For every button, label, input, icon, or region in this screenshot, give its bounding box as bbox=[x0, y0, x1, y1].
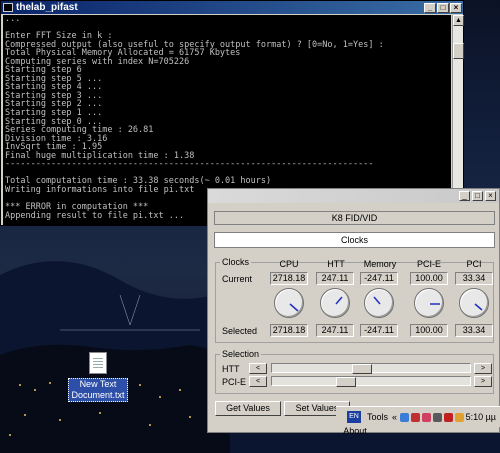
k8-close-button[interactable]: × bbox=[485, 191, 496, 201]
current-htt-value: 247.11 bbox=[316, 272, 354, 285]
network-icon[interactable] bbox=[400, 412, 410, 422]
k8-minimize-button[interactable]: _ bbox=[459, 191, 470, 201]
column-header-memory: Memory bbox=[363, 259, 397, 269]
k8-fidvid-window: _ □ × K8 FID/VID Clocks Clocks CPU HTT M… bbox=[207, 188, 500, 436]
column-header-pci: PCI bbox=[466, 259, 482, 269]
language-indicator[interactable]: EN bbox=[347, 411, 361, 423]
selection-group: Selection bbox=[215, 349, 494, 394]
pcie-slider[interactable] bbox=[271, 376, 471, 387]
column-header-pcie: PCI-E bbox=[416, 259, 441, 269]
console-line: ... bbox=[5, 15, 21, 24]
pcie-increase-button[interactable]: > bbox=[474, 376, 492, 387]
tools-toolbar[interactable]: Tools bbox=[367, 412, 388, 422]
htt-slider[interactable] bbox=[271, 363, 471, 374]
htt-slider-thumb[interactable] bbox=[352, 364, 372, 374]
selected-row-label: Selected bbox=[222, 326, 258, 336]
pcie-label: PCI-E bbox=[222, 377, 247, 387]
current-cpu-value: 2718.18 bbox=[270, 272, 308, 285]
selected-htt-value: 247.11 bbox=[316, 324, 354, 337]
selection-legend: Selection bbox=[220, 349, 262, 359]
selected-memory-value: -247.11 bbox=[360, 324, 398, 337]
column-header-cpu: CPU bbox=[279, 259, 299, 269]
cpu-dial bbox=[274, 288, 304, 318]
volume-icon[interactable] bbox=[433, 412, 443, 422]
about-link[interactable]: About bbox=[215, 426, 495, 436]
console-app-icon bbox=[3, 3, 13, 12]
close-button[interactable]: × bbox=[450, 2, 462, 13]
selected-pci-value: 33.34 bbox=[455, 324, 493, 337]
desktop-icon-new-text-document[interactable]: New Text Document.txt bbox=[68, 352, 128, 402]
scroll-thumb[interactable] bbox=[453, 43, 464, 59]
system-tray: EN Tools « 5:10 µµ bbox=[336, 406, 500, 427]
htt-label: HTT bbox=[222, 364, 240, 374]
pcie-decrease-button[interactable]: < bbox=[249, 376, 267, 387]
text-document-icon bbox=[89, 352, 107, 374]
current-row-label: Current bbox=[222, 274, 253, 284]
tray-expand-chevron[interactable]: « bbox=[392, 412, 397, 422]
current-memory-value: -247.11 bbox=[360, 272, 398, 285]
clock[interactable]: 5:10 µµ bbox=[466, 412, 496, 422]
selected-pcie-value: 100.00 bbox=[410, 324, 448, 337]
minimize-button[interactable]: _ bbox=[424, 2, 436, 13]
selected-cpu-value: 2718.18 bbox=[270, 324, 308, 337]
clocks-legend: Clocks bbox=[220, 257, 252, 267]
app-tray-icon[interactable] bbox=[455, 412, 465, 422]
pcie-slider-thumb[interactable] bbox=[336, 377, 356, 387]
get-values-button[interactable]: Get Values bbox=[215, 401, 281, 416]
antivirus-icon[interactable] bbox=[422, 412, 432, 422]
pci-dial bbox=[459, 288, 489, 318]
memory-dial bbox=[364, 288, 394, 318]
htt-decrease-button[interactable]: < bbox=[249, 363, 267, 374]
scroll-up-button[interactable]: ▲ bbox=[453, 15, 464, 26]
console-separator: ----------------------------------------… bbox=[5, 159, 374, 170]
htt-dial bbox=[320, 288, 350, 318]
htt-increase-button[interactable]: > bbox=[474, 363, 492, 374]
desktop-icon-label: New Text Document.txt bbox=[68, 378, 128, 402]
console-titlebar[interactable]: thelab_pifast _ □ × bbox=[1, 1, 463, 14]
console-title: thelab_pifast bbox=[16, 2, 78, 13]
pcie-dial bbox=[414, 288, 444, 318]
current-pcie-value: 100.00 bbox=[410, 272, 448, 285]
tab-clocks[interactable]: Clocks bbox=[214, 232, 495, 248]
flag-icon[interactable] bbox=[411, 412, 421, 422]
column-header-htt: HTT bbox=[327, 259, 345, 269]
current-pci-value: 33.34 bbox=[455, 272, 493, 285]
app-title: K8 FID/VID bbox=[214, 211, 495, 225]
k8-titlebar[interactable]: _ □ × bbox=[208, 189, 499, 203]
maximize-button[interactable]: □ bbox=[437, 2, 449, 13]
k8-restore-button[interactable]: □ bbox=[472, 191, 483, 201]
security-shield-icon[interactable] bbox=[444, 412, 454, 422]
